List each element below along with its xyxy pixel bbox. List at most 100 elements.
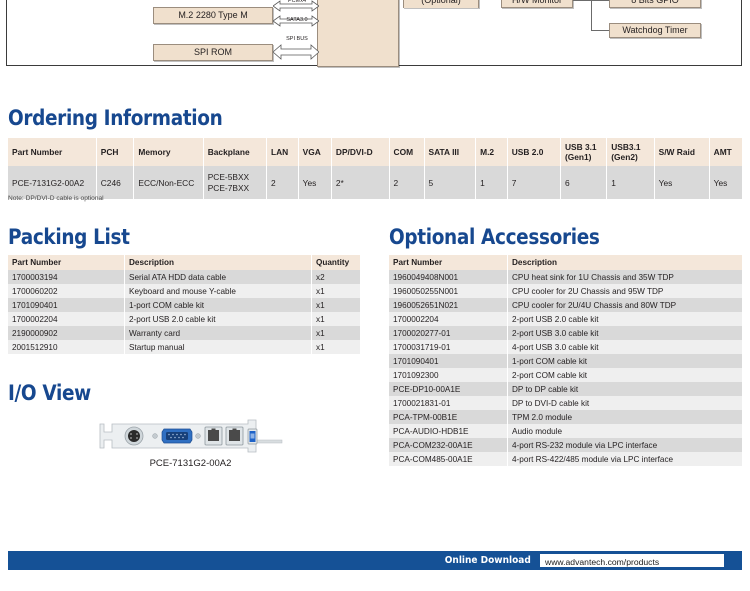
- col-amt: AMT: [709, 138, 742, 166]
- cell-description: 2-port USB 2.0 cable kit: [124, 312, 312, 326]
- diagram-connector-vertical: [591, 0, 592, 31]
- table-row: PCA-COM485-00A1E 4-port RS-422/485 module…: [389, 452, 742, 466]
- cell-part-number: PCA-TPM-00B1E: [389, 410, 508, 424]
- col-lan: LAN: [266, 138, 299, 166]
- cell-quantity: x2: [311, 270, 360, 284]
- cell-part-number: 1701090401: [389, 354, 508, 368]
- col-description: Description: [507, 255, 742, 270]
- table-row: PCA-AUDIO-HDB1E Audio module: [389, 424, 742, 438]
- cell-backplane: PCE-5BXX PCE-7BXX: [203, 166, 268, 199]
- table-header-row: Part Number Description Quantity: [8, 255, 360, 270]
- cell-description: Warranty card: [124, 326, 312, 340]
- io-view-heading: I/O View: [8, 381, 91, 405]
- col-sata-iii: SATA III: [424, 138, 477, 166]
- cell-dp-dvi-d: 2*: [331, 166, 390, 199]
- diagram-arrow-spi-bus: [272, 44, 320, 60]
- cell-description: TPM 2.0 module: [507, 410, 742, 424]
- cell-description: 1-port COM cable kit: [507, 354, 742, 368]
- cell-description: DP to DP cable kit: [507, 382, 742, 396]
- col-part-number: Part Number: [8, 255, 125, 270]
- online-download-label: Online Download: [445, 555, 532, 566]
- diagram-block-8-bits-gpio: 8 Bits GPIO: [609, 0, 701, 8]
- cell-description: Startup manual: [124, 340, 312, 354]
- table-row: 1960052651N021 CPU cooler for 2U/4U Chass…: [389, 298, 742, 312]
- diagram-label-spi-bus: SPI BUS: [286, 36, 308, 42]
- cell-quantity: x1: [311, 312, 360, 326]
- diagram-connector-watchdog: [591, 30, 609, 31]
- cell-description: 2-port USB 3.0 cable kit: [507, 326, 742, 340]
- download-url-field[interactable]: www.advantech.com/products: [540, 554, 724, 567]
- col-backplane: Backplane: [203, 138, 268, 166]
- table-row: 1701090401 1-port COM cable kit: [389, 354, 742, 368]
- diagram-block-hw-monitor: H/W Monitor: [501, 0, 573, 8]
- table-row: 2001512910 Startup manual x1: [8, 340, 360, 354]
- table-row: 1700002204 2-port USB 2.0 cable kit x1: [8, 312, 360, 326]
- cell-memory: ECC/Non-ECC: [133, 166, 204, 199]
- diagram-label-sata30: SATA3.0: [286, 17, 308, 23]
- cell-description: Serial ATA HDD data cable: [124, 270, 312, 284]
- cell-amt: Yes: [709, 166, 742, 199]
- col-sw-raid: S/W Raid: [654, 138, 710, 166]
- cell-description: 2-port COM cable kit: [507, 368, 742, 382]
- cell-part-number: 1701092300: [389, 368, 508, 382]
- diagram-block-m2-2280-type-m: M.2 2280 Type M: [153, 7, 273, 24]
- cell-sata-iii: 5: [424, 166, 477, 199]
- col-part-number: Part Number: [8, 138, 97, 166]
- table-header-row: Part Number Description: [389, 255, 742, 270]
- cell-description: DP to DVI-D cable kit: [507, 396, 742, 410]
- cell-description: 4-port USB 3.0 cable kit: [507, 340, 742, 354]
- cell-part-number: PCA-COM232-00A1E: [389, 438, 508, 452]
- cell-part-number: 1960052651N021: [389, 298, 508, 312]
- diagram-block-spi-rom: SPI ROM: [153, 44, 273, 61]
- cell-description: CPU cooler for 2U/4U Chassis and 80W TDP: [507, 298, 742, 312]
- cell-part-number: PCA-COM485-00A1E: [389, 452, 508, 466]
- table-row: 1700060202 Keyboard and mouse Y-cable x1: [8, 284, 360, 298]
- cell-part-number: 2001512910: [8, 340, 125, 354]
- cell-description: 4-port RS-232 module via LPC interface: [507, 438, 742, 452]
- cell-part-number: 1700021831-01: [389, 396, 508, 410]
- table-row: 1700002204 2-port USB 2.0 cable kit: [389, 312, 742, 326]
- cell-usb-3-1-gen2: 1: [606, 166, 655, 199]
- cell-description: 1-port COM cable kit: [124, 298, 312, 312]
- table-row: 1701092300 2-port COM cable kit: [389, 368, 742, 382]
- col-m2: M.2: [475, 138, 508, 166]
- cell-part-number: 1960050255N001: [389, 284, 508, 298]
- cell-quantity: x1: [311, 298, 360, 312]
- cell-part-number: PCE-DP10-00A1E: [389, 382, 508, 396]
- optional-accessories-heading: Optional Accessories: [389, 225, 600, 249]
- cell-com: 2: [389, 166, 425, 199]
- cell-quantity: x1: [311, 284, 360, 298]
- optional-accessories-table: Part Number Description 1960049408N001 CP…: [389, 255, 742, 466]
- col-usb-2-0: USB 2.0: [507, 138, 561, 166]
- table-header-row: Part Number PCH Memory Backplane LAN VGA…: [8, 138, 742, 166]
- table-row: 1700021831-01 DP to DVI-D cable kit: [389, 396, 742, 410]
- table-row: 1960050255N001 CPU cooler for 2U Chassis …: [389, 284, 742, 298]
- diagram-block-chipset: [317, 0, 399, 67]
- cell-lan: 2: [266, 166, 299, 199]
- col-usb-3-1-gen2: USB3.1 (Gen2): [606, 138, 655, 166]
- col-com: COM: [389, 138, 425, 166]
- ordering-note: Note: DP/DVI-D cable is optional: [8, 195, 104, 202]
- cell-part-number: 1701090401: [8, 298, 125, 312]
- cell-part-number: 1700002204: [8, 312, 125, 326]
- cell-description: Keyboard and mouse Y-cable: [124, 284, 312, 298]
- table-row: 1701090401 1-port COM cable kit x1: [8, 298, 360, 312]
- cell-part-number: 1700003194: [8, 270, 125, 284]
- table-row: 1700020277-01 2-port USB 3.0 cable kit: [389, 326, 742, 340]
- packing-list-table: Part Number Description Quantity 1700003…: [8, 255, 360, 354]
- cell-vga: Yes: [298, 166, 332, 199]
- cell-part-number: 1700002204: [389, 312, 508, 326]
- table-row: 1960049408N001 CPU heat sink for 1U Chass…: [389, 270, 742, 284]
- col-part-number: Part Number: [389, 255, 508, 270]
- diagram-label-pciex4: PCIex4: [287, 0, 307, 4]
- cell-description: Audio module: [507, 424, 742, 438]
- cell-part-number: 1960049408N001: [389, 270, 508, 284]
- cell-usb-3-1-gen1: 6: [560, 166, 608, 199]
- cell-part-number: PCA-AUDIO-HDB1E: [389, 424, 508, 438]
- cell-description: 4-port RS-422/485 module via LPC interfa…: [507, 452, 742, 466]
- footer-bar: Online Download www.advantech.com/produc…: [8, 551, 742, 570]
- cell-part-number: 1700020277-01: [389, 326, 508, 340]
- table-row: PCE-DP10-00A1E DP to DP cable kit: [389, 382, 742, 396]
- io-view-caption: PCE-7131G2-00A2: [149, 458, 232, 469]
- table-row: 1700003194 Serial ATA HDD data cable x2: [8, 270, 360, 284]
